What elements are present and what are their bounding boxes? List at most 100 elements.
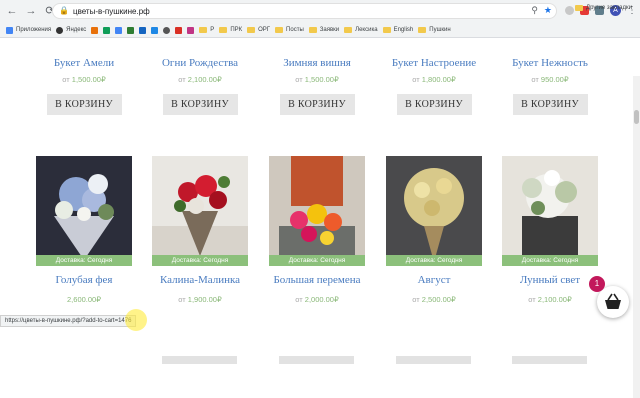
extension-icon[interactable] (565, 6, 574, 15)
add-to-cart-button[interactable]: В КОРЗИНУ (396, 94, 472, 115)
instagram-icon (187, 26, 195, 34)
product-price: от 2,000.00₽ (295, 295, 339, 304)
product-photo[interactable]: Доставка: Сегодня (152, 156, 248, 266)
product-card: Букет Нежность от 950.00₽ В КОРЗИНУ (502, 57, 598, 115)
scrollbar[interactable] (633, 76, 640, 398)
drive-icon (103, 26, 111, 34)
add-to-cart-button[interactable]: В КОРЗИНУ (46, 94, 122, 115)
product-name[interactable]: Букет Нежность (502, 57, 598, 69)
back-arrow-icon[interactable]: ← (5, 4, 19, 18)
bouquet-image (269, 156, 365, 266)
bookmark-icon-link[interactable] (115, 26, 123, 34)
bouquet-image (36, 156, 132, 266)
bookmark-yandex[interactable]: Яндекс (56, 26, 86, 34)
site-icon (163, 26, 171, 34)
bookmark-folder-requests[interactable]: Заявки (308, 27, 339, 33)
product-card: Зимняя вишня от 1,500.00₽ В КОРЗИНУ (269, 57, 365, 115)
add-to-cart-button[interactable] (396, 356, 471, 364)
basket-icon (605, 293, 621, 309)
bookmark-apps[interactable]: Приложения (6, 26, 51, 34)
bookmark-folder-pushkin[interactable]: Пушкин (418, 27, 451, 33)
bookmark-folder-org[interactable]: ОРГ (247, 27, 270, 33)
product-name[interactable]: Букет Амели (36, 57, 132, 69)
bookmark-icon-link[interactable] (139, 26, 147, 34)
site-icon (151, 26, 159, 34)
bookmark-icon-link[interactable] (91, 26, 99, 34)
bookmark-star-icon[interactable]: ★ (544, 5, 552, 16)
product-card: Доставка: Сегодня Калина-Малинка от 1,90… (152, 156, 248, 304)
add-to-cart-button[interactable]: В КОРЗИНУ (279, 94, 355, 115)
folder-icon (247, 27, 256, 33)
product-card: Букет Амели от 1,500.00₽ В КОРЗИНУ (36, 57, 132, 115)
product-price: от 950.00₽ (531, 75, 569, 84)
folder-icon (344, 27, 353, 33)
bouquet-image (152, 156, 248, 266)
product-name[interactable]: Голубая фея (36, 274, 132, 286)
folder-icon (418, 27, 427, 33)
bouquet-image (502, 156, 598, 266)
bookmarks-bar: Приложения Яндекс Р ПРК ОРГ Посты Заявки… (0, 22, 640, 38)
bookmark-icon-link[interactable] (103, 26, 111, 34)
product-card: Букет Настроение от 1,800.00₽ В КОРЗИНУ (386, 57, 482, 115)
add-to-cart-button[interactable]: В КОРЗИНУ (512, 94, 588, 115)
product-photo[interactable]: Доставка: Сегодня (502, 156, 598, 266)
url-text: цветы-в-пушкине.рф (73, 6, 150, 16)
product-name[interactable]: Лунный свет (502, 274, 598, 286)
bookmark-icon-link[interactable] (127, 26, 135, 34)
product-price: от 1,800.00₽ (412, 75, 456, 84)
product-photo[interactable]: Доставка: Сегодня (386, 156, 482, 266)
folder-icon (382, 27, 391, 33)
bookmark-folder-posts[interactable]: Посты (275, 27, 304, 33)
add-to-cart-button[interactable]: В КОРЗИНУ (162, 94, 238, 115)
product-card: Огни Рождества от 2,100.00₽ В КОРЗИНУ (152, 57, 248, 115)
cart-button[interactable] (597, 286, 629, 318)
product-card: Доставка: Сегодня Голубая фея 2,600.00₽ (36, 156, 132, 304)
site-icon (139, 26, 147, 34)
folder-icon (219, 27, 228, 33)
product-photo[interactable]: Доставка: Сегодня (36, 156, 132, 266)
product-price: от 1,500.00₽ (295, 75, 339, 84)
yandex-icon (56, 26, 64, 34)
site-icon (115, 26, 123, 34)
product-photo[interactable]: Доставка: Сегодня (269, 156, 365, 266)
product-name[interactable]: Большая перемена (269, 274, 365, 286)
scrollbar-thumb[interactable] (634, 110, 639, 124)
bookmark-icon-link[interactable] (163, 26, 171, 34)
browser-toolbar: ← → ⟳ 🔒 цветы-в-пушкине.рф ⚲ ★ A ⋮ Прило… (0, 0, 640, 38)
zoom-icon[interactable]: ⚲ (531, 5, 538, 16)
delivery-badge: Доставка: Сегодня (502, 255, 598, 266)
folder-icon (199, 27, 208, 33)
bookmark-folder-prk[interactable]: ПРК (219, 27, 242, 33)
product-name[interactable]: Букет Настроение (386, 57, 482, 69)
bookmark-folder-english[interactable]: English (382, 27, 413, 33)
folder-icon (308, 27, 317, 33)
product-price: от 2,500.00₽ (412, 295, 456, 304)
product-name[interactable]: Огни Рождества (152, 57, 248, 69)
address-bar[interactable]: 🔒 цветы-в-пушкине.рф ⚲ ★ (52, 3, 557, 19)
bookmark-icon-link[interactable] (175, 26, 183, 34)
add-to-cart-button[interactable] (162, 356, 237, 364)
product-name[interactable]: Август (386, 274, 482, 286)
site-icon (91, 26, 99, 34)
product-name[interactable]: Калина-Малинка (152, 274, 248, 286)
bookmark-folder-r[interactable]: Р (199, 27, 214, 33)
other-bookmarks[interactable]: Другие закладки (575, 5, 632, 11)
forward-arrow-icon[interactable]: → (24, 4, 38, 18)
product-card: Доставка: Сегодня Август от 2,500.00₽ (386, 156, 482, 304)
lock-icon[interactable]: 🔒 (59, 6, 69, 16)
bookmark-folder-lexicon[interactable]: Лексика (344, 27, 378, 33)
add-to-cart-button[interactable] (512, 356, 587, 364)
cart-count-badge: 1 (589, 276, 605, 292)
bouquet-image (386, 156, 482, 266)
add-to-cart-button[interactable] (279, 356, 354, 364)
product-card: Доставка: Сегодня Большая перемена от 2,… (269, 156, 365, 304)
delivery-badge: Доставка: Сегодня (269, 255, 365, 266)
product-name[interactable]: Зимняя вишня (269, 57, 365, 69)
bookmark-icon-link[interactable] (187, 26, 195, 34)
delivery-badge: Доставка: Сегодня (386, 255, 482, 266)
product-price: от 1,500.00₽ (62, 75, 106, 84)
folder-icon (275, 27, 284, 33)
bookmark-icon-link[interactable] (151, 26, 159, 34)
page-content: Букет Амели от 1,500.00₽ В КОРЗИНУ Огни … (0, 38, 640, 398)
folder-icon (575, 5, 584, 11)
